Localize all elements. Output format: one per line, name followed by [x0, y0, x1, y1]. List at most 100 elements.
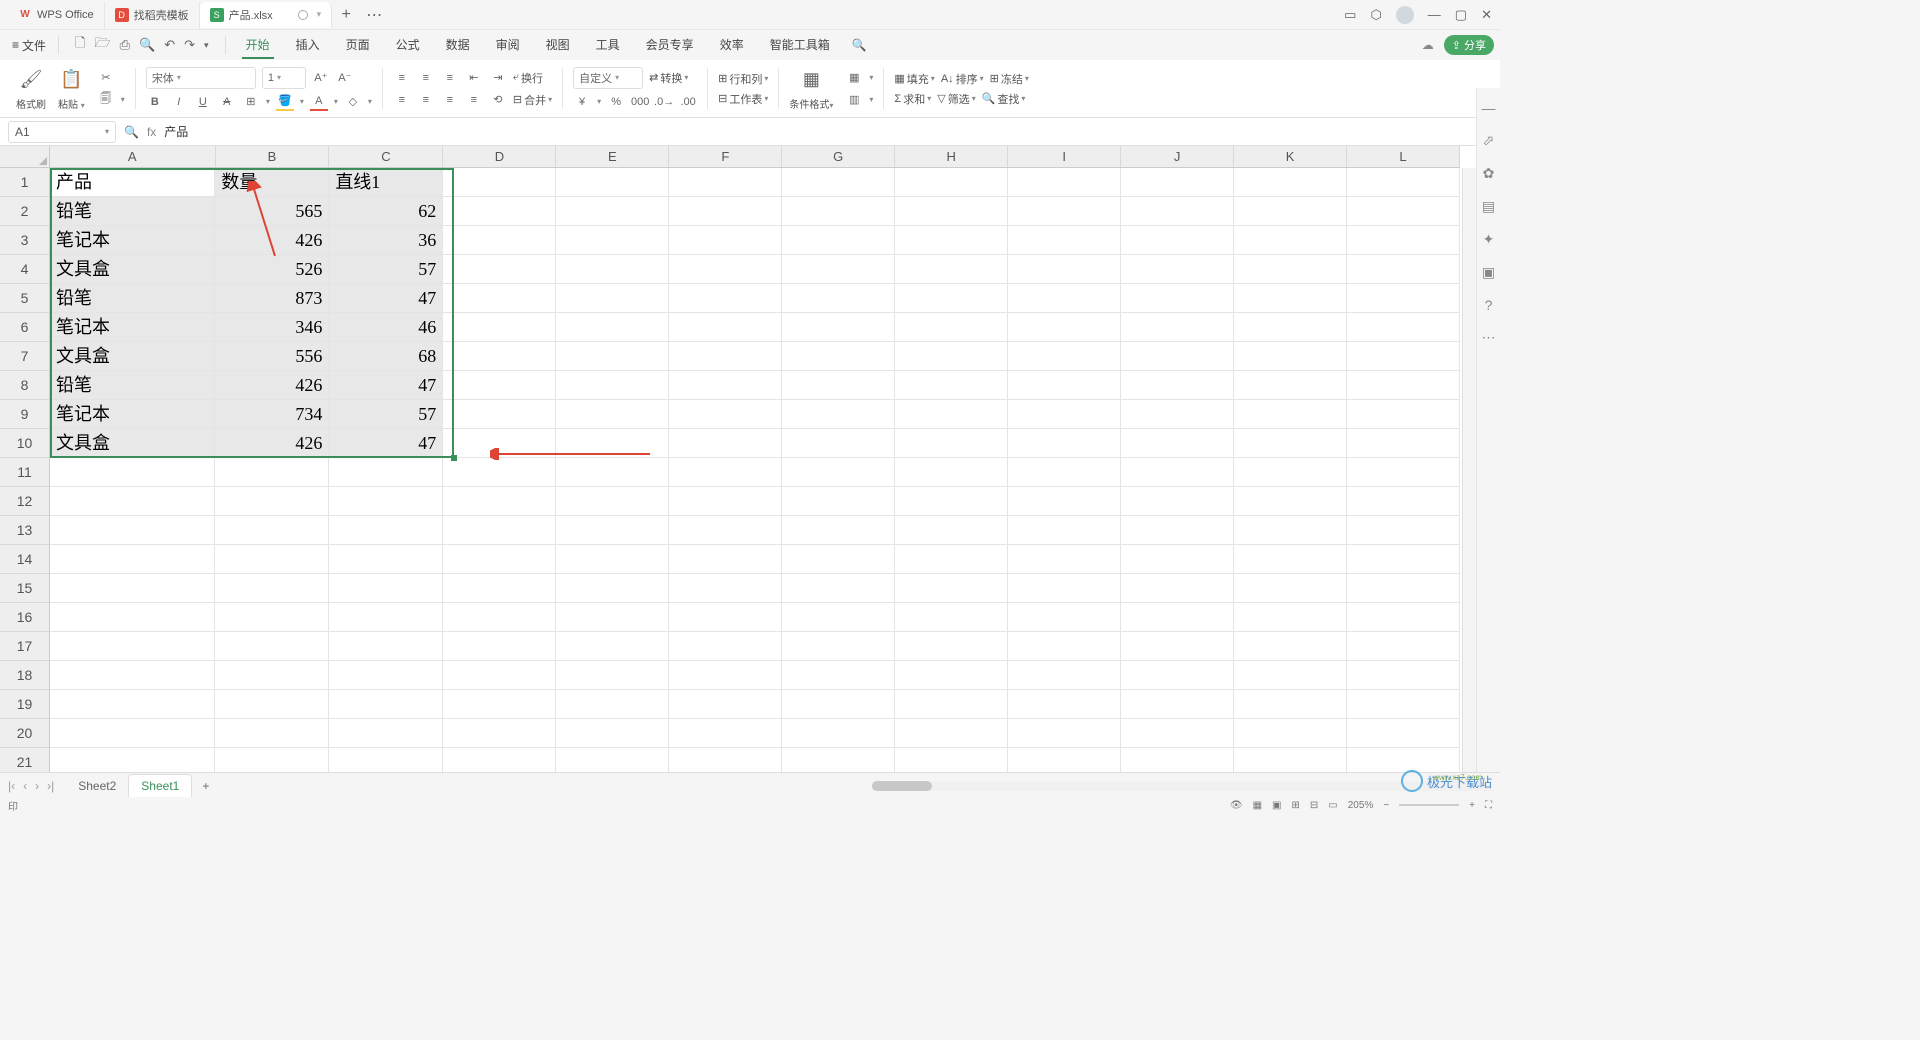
tab-view[interactable]: 视图 — [542, 32, 574, 59]
cell-B3[interactable]: 426 — [215, 226, 329, 255]
row-header-2[interactable]: 2 — [0, 197, 49, 226]
row-header-7[interactable]: 7 — [0, 342, 49, 371]
cell-J14[interactable] — [1121, 545, 1234, 574]
cell-E15[interactable] — [556, 574, 669, 603]
cell-I3[interactable] — [1008, 226, 1121, 255]
cell-C3[interactable]: 36 — [329, 226, 443, 255]
cell-A16[interactable] — [50, 603, 215, 632]
cell-H4[interactable] — [895, 255, 1008, 284]
cell-E8[interactable] — [556, 371, 669, 400]
mid-icon[interactable]: ▣ — [1272, 800, 1281, 811]
cell-K13[interactable] — [1234, 516, 1347, 545]
cell-J1[interactable] — [1121, 168, 1234, 197]
cell-L17[interactable] — [1347, 632, 1460, 661]
cell-E17[interactable] — [556, 632, 669, 661]
cell-K12[interactable] — [1234, 487, 1347, 516]
numfmt-combo[interactable]: 自定义▾ — [573, 67, 643, 89]
comma-icon[interactable]: 000 — [631, 93, 649, 111]
cell-C12[interactable] — [329, 487, 443, 516]
row-header-11[interactable]: 11 — [0, 458, 49, 487]
cell-H1[interactable] — [895, 168, 1008, 197]
cell-K3[interactable] — [1234, 226, 1347, 255]
next-sheet-icon[interactable]: › — [35, 779, 39, 793]
cell-G11[interactable] — [782, 458, 895, 487]
cell-C1[interactable]: 直线1 — [329, 168, 443, 197]
cell-D19[interactable] — [443, 690, 556, 719]
cell-A7[interactable]: 文具盒 — [50, 342, 215, 371]
cells[interactable]: 产品数量直线1铅笔56562笔记本42636文具盒52657铅笔87347笔记本… — [50, 168, 1460, 786]
cell-A8[interactable]: 铅笔 — [50, 371, 215, 400]
cell-I15[interactable] — [1008, 574, 1121, 603]
cell-C13[interactable] — [329, 516, 443, 545]
col-header-L[interactable]: L — [1347, 146, 1460, 167]
tools-icon[interactable]: ✦ — [1483, 231, 1495, 248]
cell-D6[interactable] — [443, 313, 556, 342]
cell-L14[interactable] — [1347, 545, 1460, 574]
cell-B7[interactable]: 556 — [215, 342, 329, 371]
tab-list-button[interactable]: ⋯ — [360, 5, 388, 25]
zoom-in-icon[interactable]: + — [1469, 800, 1475, 811]
row-header-6[interactable]: 6 — [0, 313, 49, 342]
cell-A20[interactable] — [50, 719, 215, 748]
cell-K16[interactable] — [1234, 603, 1347, 632]
cell-H13[interactable] — [895, 516, 1008, 545]
cell-H14[interactable] — [895, 545, 1008, 574]
cell-K19[interactable] — [1234, 690, 1347, 719]
cell-E12[interactable] — [556, 487, 669, 516]
fullscreen-icon[interactable]: ⛶ — [1485, 800, 1492, 811]
cell-F6[interactable] — [669, 313, 782, 342]
cell-H8[interactable] — [895, 371, 1008, 400]
cell-F20[interactable] — [669, 719, 782, 748]
name-box[interactable]: A1▾ — [8, 121, 116, 143]
cell-D18[interactable] — [443, 661, 556, 690]
align-top-icon[interactable]: ≡ — [393, 69, 411, 87]
cell-B10[interactable]: 426 — [215, 429, 329, 458]
cell-D16[interactable] — [443, 603, 556, 632]
cell-E5[interactable] — [556, 284, 669, 313]
open-icon[interactable]: 🗁 — [94, 34, 110, 56]
row-header-17[interactable]: 17 — [0, 632, 49, 661]
cell-B19[interactable] — [215, 690, 329, 719]
cell-C8[interactable]: 47 — [329, 371, 443, 400]
cell-J8[interactable] — [1121, 371, 1234, 400]
first-sheet-icon[interactable]: |‹ — [8, 779, 15, 793]
font-color-icon[interactable]: A — [310, 93, 328, 111]
cell-L19[interactable] — [1347, 690, 1460, 719]
cell-A3[interactable]: 笔记本 — [50, 226, 215, 255]
cell-H7[interactable] — [895, 342, 1008, 371]
cell-I16[interactable] — [1008, 603, 1121, 632]
cell-B17[interactable] — [215, 632, 329, 661]
tab-template[interactable]: D找稻壳模板 — [105, 2, 200, 28]
cell-K7[interactable] — [1234, 342, 1347, 371]
cell-J11[interactable] — [1121, 458, 1234, 487]
cell-H12[interactable] — [895, 487, 1008, 516]
cell-C5[interactable]: 47 — [329, 284, 443, 313]
cell-F3[interactable] — [669, 226, 782, 255]
row-header-12[interactable]: 12 — [0, 487, 49, 516]
cell-H16[interactable] — [895, 603, 1008, 632]
row-header-5[interactable]: 5 — [0, 284, 49, 313]
align-center-icon[interactable]: ≡ — [417, 91, 435, 109]
dec-dec-icon[interactable]: .00 — [679, 93, 697, 111]
clear-dd[interactable]: ▾ — [368, 97, 372, 106]
indent-inc-icon[interactable]: ⇥ — [489, 69, 507, 87]
cell-B12[interactable] — [215, 487, 329, 516]
cell-K2[interactable] — [1234, 197, 1347, 226]
cell-J2[interactable] — [1121, 197, 1234, 226]
cellstyle-icon[interactable]: ▥ — [845, 91, 863, 109]
selection-handle[interactable] — [451, 455, 457, 461]
cell-D20[interactable] — [443, 719, 556, 748]
cell-G19[interactable] — [782, 690, 895, 719]
cell-L16[interactable] — [1347, 603, 1460, 632]
cell-K5[interactable] — [1234, 284, 1347, 313]
more-icon[interactable]: ⋯ — [1482, 329, 1496, 346]
cube-icon[interactable]: ⬡ — [1370, 7, 1381, 23]
tab-formula[interactable]: 公式 — [392, 32, 424, 59]
cell-K15[interactable] — [1234, 574, 1347, 603]
strike-icon[interactable]: A — [218, 93, 236, 111]
horizontal-scrollbar[interactable] — [872, 781, 1492, 791]
cell-I18[interactable] — [1008, 661, 1121, 690]
col-header-F[interactable]: F — [669, 146, 782, 167]
cell-I5[interactable] — [1008, 284, 1121, 313]
col-header-A[interactable]: A — [50, 146, 216, 167]
